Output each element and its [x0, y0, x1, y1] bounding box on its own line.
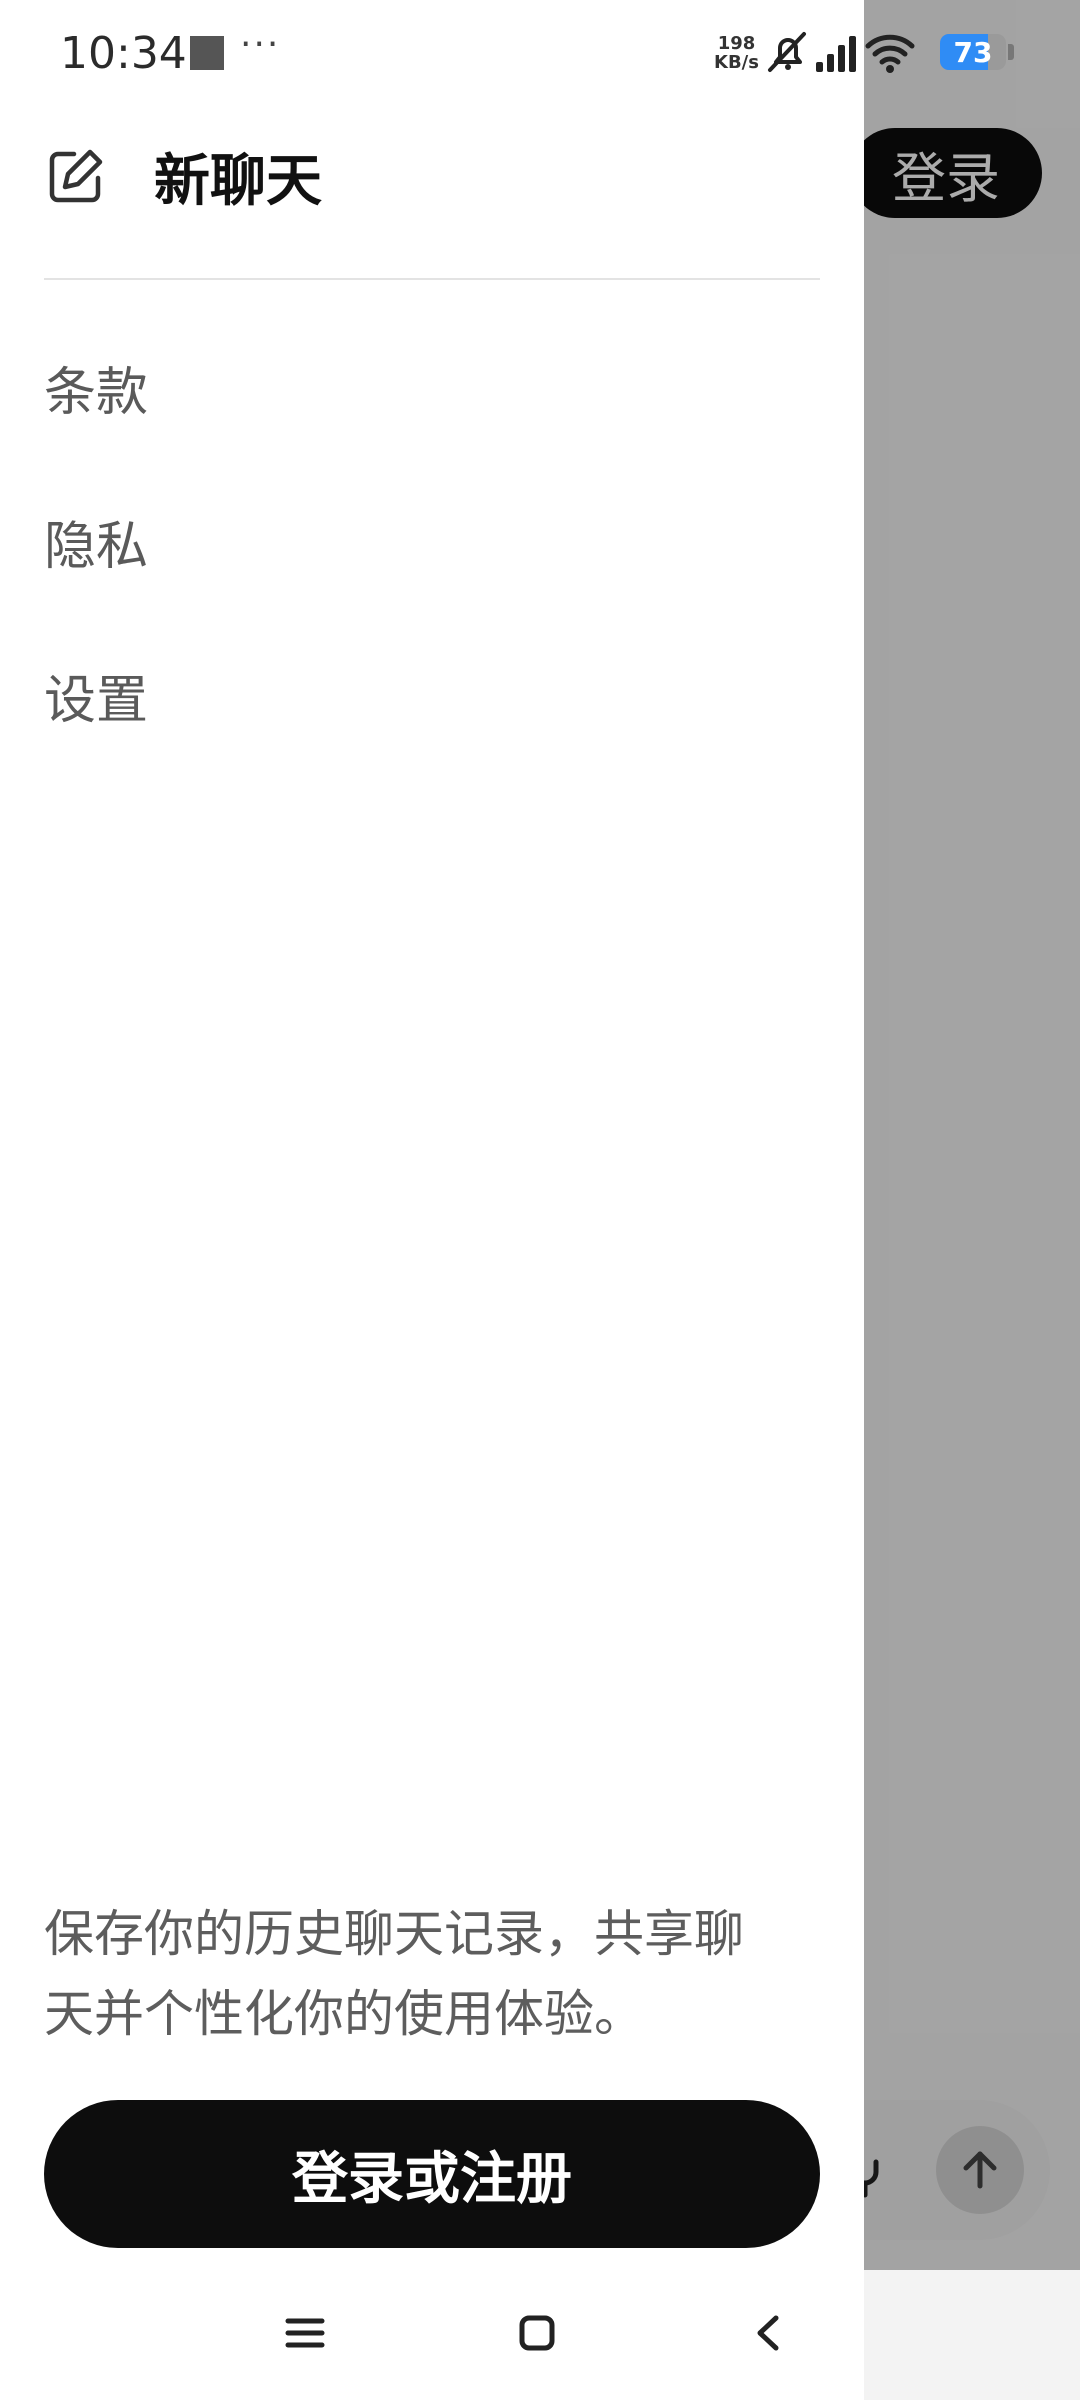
bell-off-icon [768, 32, 806, 72]
promo-line-2: 天并个性化你的使用体验。 [44, 1985, 644, 2043]
menu-icon[interactable] [282, 2310, 328, 2356]
back-icon[interactable] [746, 2310, 792, 2356]
battery-nub [1008, 44, 1014, 60]
menu-item-settings[interactable]: 设置 [44, 658, 148, 733]
network-speed: 198 KB/s [714, 34, 759, 72]
battery-indicator: 73 [940, 34, 1006, 70]
system-nav-bar [0, 2270, 864, 2400]
network-speed-value: 198 [717, 33, 756, 54]
side-drawer: 10:34 ··· 198 KB/s 73 新聊天 条款 隐私 设置 保存你的历… [0, 0, 1014, 2400]
promo-line-1: 保存你的历史聊天记录，共享聊 [44, 1905, 744, 1963]
cellular-signal-icon [816, 36, 856, 72]
promo-text: 保存你的历史聊天记录，共享聊 天并个性化你的使用体验。 [44, 1894, 820, 2054]
menu-item-privacy[interactable]: 隐私 [44, 504, 148, 579]
header-divider [44, 278, 820, 280]
notification-icon [190, 36, 224, 70]
status-overflow: ··· [240, 24, 281, 65]
edit-icon [49, 149, 103, 202]
menu-item-terms[interactable]: 条款 [44, 350, 148, 425]
new-chat-button[interactable]: 新聊天 [44, 136, 322, 217]
battery-level: 73 [953, 35, 993, 69]
login-or-signup-button[interactable]: 登录或注册 [44, 2100, 820, 2248]
new-chat-label: 新聊天 [154, 149, 322, 214]
wifi-icon [865, 34, 915, 73]
status-time: 10:34 [60, 28, 187, 79]
background-bottom-strip [864, 2270, 1080, 2400]
status-icons [768, 32, 915, 73]
home-icon[interactable] [514, 2310, 560, 2356]
network-speed-unit: KB/s [714, 52, 759, 73]
